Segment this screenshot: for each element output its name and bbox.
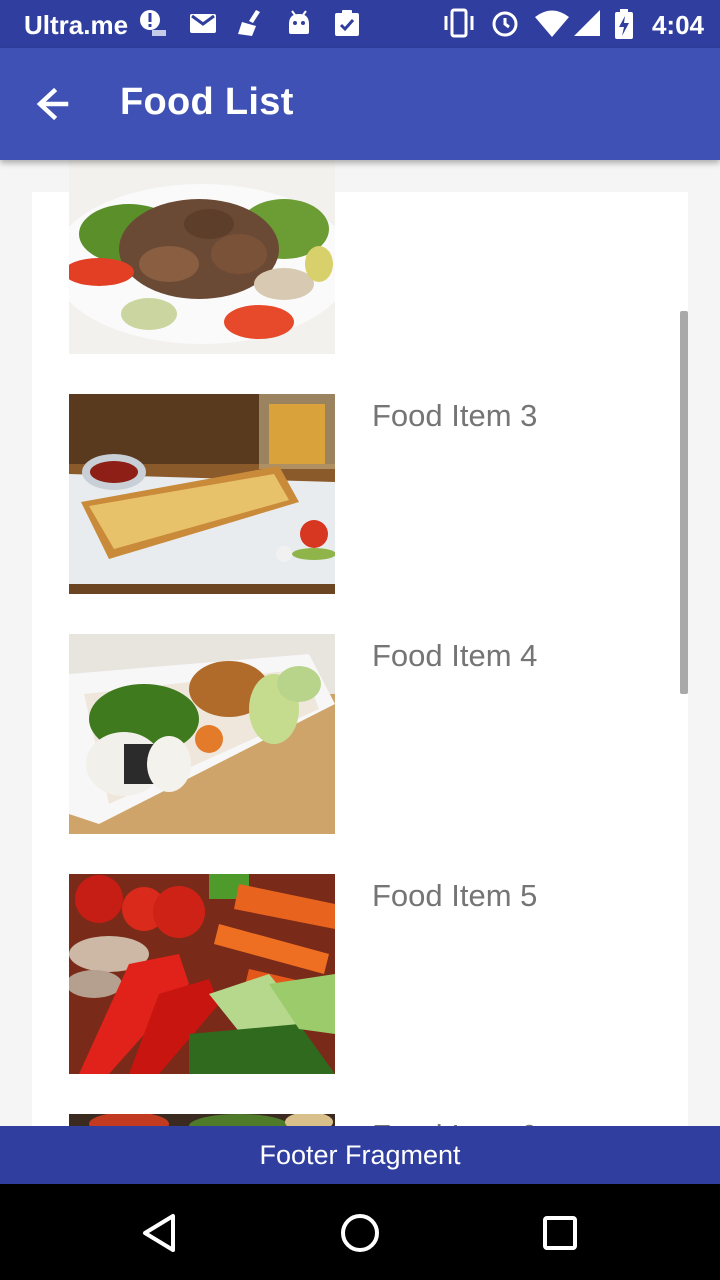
carrier-name: Ultra.me — [24, 10, 129, 40]
nav-back-button[interactable] — [135, 1208, 185, 1258]
signal-icon — [572, 8, 602, 38]
home-circle-icon — [341, 1214, 379, 1252]
clipboard-icon — [332, 8, 362, 38]
vegetables-image — [69, 874, 335, 1074]
clock-time: 4:04 — [651, 10, 704, 40]
food-image — [69, 1114, 335, 1126]
nav-home-button[interactable] — [335, 1208, 385, 1258]
list-item[interactable]: Food Item 5 — [32, 874, 688, 1074]
list-item[interactable] — [32, 160, 688, 354]
food-item-label: Food Item 6 — [372, 1118, 537, 1126]
vibrate-icon — [442, 8, 474, 38]
food-image — [69, 634, 335, 834]
cheese-bread-image — [69, 394, 335, 594]
alert-icon — [138, 8, 168, 38]
page-title: Food List — [120, 81, 294, 123]
list-item[interactable]: Food Item 3 — [32, 394, 688, 594]
recents-square-icon — [543, 1216, 577, 1250]
food-item-label: Food Item 4 — [372, 638, 538, 673]
back-button[interactable] — [26, 78, 82, 130]
alarm-icon — [490, 8, 520, 38]
battery-charging-icon — [612, 8, 636, 39]
mail-icon — [188, 8, 218, 38]
sushi-box-image — [69, 634, 335, 834]
nav-recents-button[interactable] — [535, 1208, 585, 1258]
footer-fragment: Footer Fragment — [0, 1126, 720, 1184]
food-image — [69, 394, 335, 594]
list-item[interactable]: Food Item 4 — [32, 634, 688, 834]
salad-bowl-image — [69, 1114, 335, 1126]
navigation-bar — [0, 1184, 720, 1280]
list-item[interactable]: Food Item 6 — [32, 1114, 688, 1126]
food-item-label: Food Item 5 — [372, 878, 538, 913]
wifi-icon — [534, 8, 570, 38]
status-bar: Ultra.me 4:04 — [0, 0, 720, 48]
back-triangle-icon — [143, 1214, 175, 1252]
cleaner-icon — [236, 8, 266, 38]
arrow-back-icon — [36, 87, 69, 121]
food-image — [69, 874, 335, 1074]
food-item-label: Food Item 3 — [372, 398, 538, 433]
steak-salad-image — [69, 160, 335, 354]
app-bar: Food List — [0, 48, 720, 160]
food-list[interactable]: Food Item 3 Food Item 4 Food Item 5 — [32, 160, 688, 1126]
android-icon — [284, 8, 314, 38]
scrollbar[interactable] — [680, 311, 688, 694]
food-image — [69, 160, 335, 354]
